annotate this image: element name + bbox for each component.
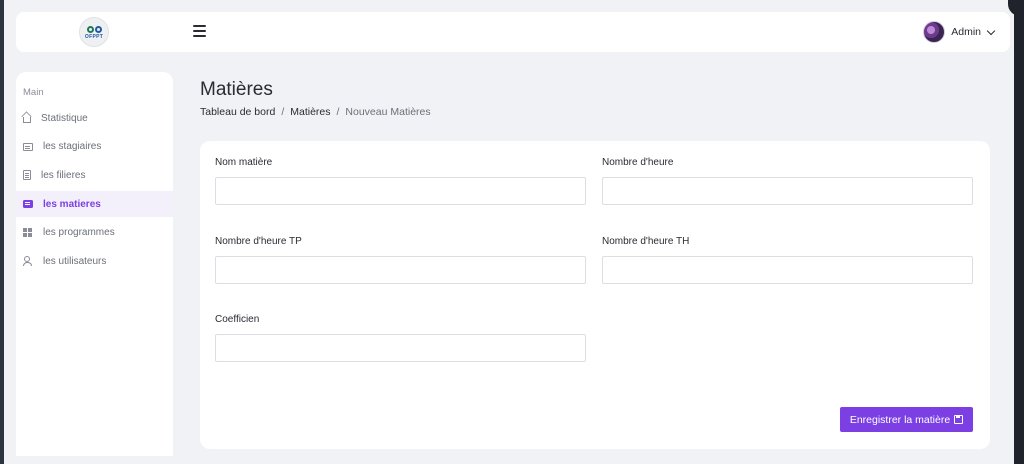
avatar[interactable] (923, 21, 946, 43)
sidebar-section-label: Main (23, 87, 44, 98)
user-name: Admin (951, 26, 981, 38)
breadcrumb-home-link[interactable]: Tableau de bord (200, 106, 275, 118)
nom-matiere-input[interactable] (215, 177, 586, 205)
sidebar-item-utilisateurs[interactable]: les utilisateurs (16, 248, 173, 274)
breadcrumb-current: Nouveau Matières (345, 106, 431, 118)
breadcrumb-section-link[interactable]: Matières (290, 106, 330, 118)
nombre-heure-tp-input[interactable] (215, 256, 586, 284)
sidebar-item-label: les stagiaires (43, 141, 102, 153)
breadcrumb: Tableau de bord / Matières / Nouveau Mat… (200, 106, 431, 118)
sidebar-item-label: les matieres (43, 198, 101, 210)
sidebar-item-statistique[interactable]: Statistique (16, 105, 173, 131)
sidebar-item-filieres[interactable]: les filieres (16, 162, 173, 188)
sidebar-item-label: les programmes (43, 227, 115, 239)
top-header: OFPPT Admin (16, 12, 1010, 52)
chevron-down-icon[interactable] (986, 26, 996, 35)
page-title: Matières (200, 79, 273, 100)
user-menu[interactable]: Admin (923, 21, 996, 43)
field-label: Nombre d'heure TP (215, 236, 302, 247)
breadcrumb-separator: / (336, 106, 340, 118)
coefficien-input[interactable] (215, 334, 586, 362)
logo-text: OFPPT (84, 33, 104, 40)
matiere-form-card: Nom matière Nombre d'heure Nombre d'heur… (200, 141, 990, 449)
field-coefficien: Coefficien (215, 314, 586, 362)
id-card-icon (23, 142, 33, 151)
sidebar-item-stagiaires[interactable]: les stagiaires (16, 134, 173, 160)
field-label: Nom matière (215, 157, 273, 168)
sidebar-nav: Statistique les stagiaires les filieres … (16, 105, 173, 277)
field-nom-matiere: Nom matière (215, 157, 586, 205)
sidebar-item-label: Statistique (41, 112, 88, 124)
logo[interactable]: OFPPT (79, 17, 109, 47)
field-nombre-heure: Nombre d'heure (602, 157, 973, 205)
logo-mark-icon (86, 25, 102, 33)
grid-icon (23, 227, 33, 238)
sidebar-item-programmes[interactable]: les programmes (16, 220, 173, 246)
hamburger-menu-icon[interactable] (193, 25, 206, 37)
window-frame-corner (1008, 0, 1024, 16)
window-frame-left (0, 0, 4, 464)
field-nombre-heure-tp: Nombre d'heure TP (215, 236, 586, 284)
save-button-label: Enregistrer la matière (849, 413, 951, 426)
sidebar-item-matieres[interactable]: les matieres (16, 191, 173, 218)
window-frame-right (1014, 0, 1024, 464)
users-icon (23, 256, 33, 267)
save-icon (954, 415, 964, 424)
field-nombre-heure-th: Nombre d'heure TH (602, 236, 973, 284)
field-label: Nombre d'heure TH (602, 236, 690, 247)
home-icon (23, 117, 31, 123)
sidebar: Main Statistique les stagiaires les fili… (16, 72, 173, 456)
save-matiere-button[interactable]: Enregistrer la matière (840, 407, 973, 432)
field-label: Nombre d'heure (602, 157, 674, 168)
breadcrumb-separator: / (281, 106, 285, 118)
nombre-heure-input[interactable] (602, 177, 973, 205)
sidebar-item-label: les utilisateurs (43, 255, 107, 267)
sidebar-item-label: les filieres (41, 169, 86, 181)
document-icon (23, 170, 31, 181)
nombre-heure-th-input[interactable] (602, 256, 973, 284)
message-icon (23, 200, 33, 209)
field-label: Coefficien (215, 314, 260, 325)
